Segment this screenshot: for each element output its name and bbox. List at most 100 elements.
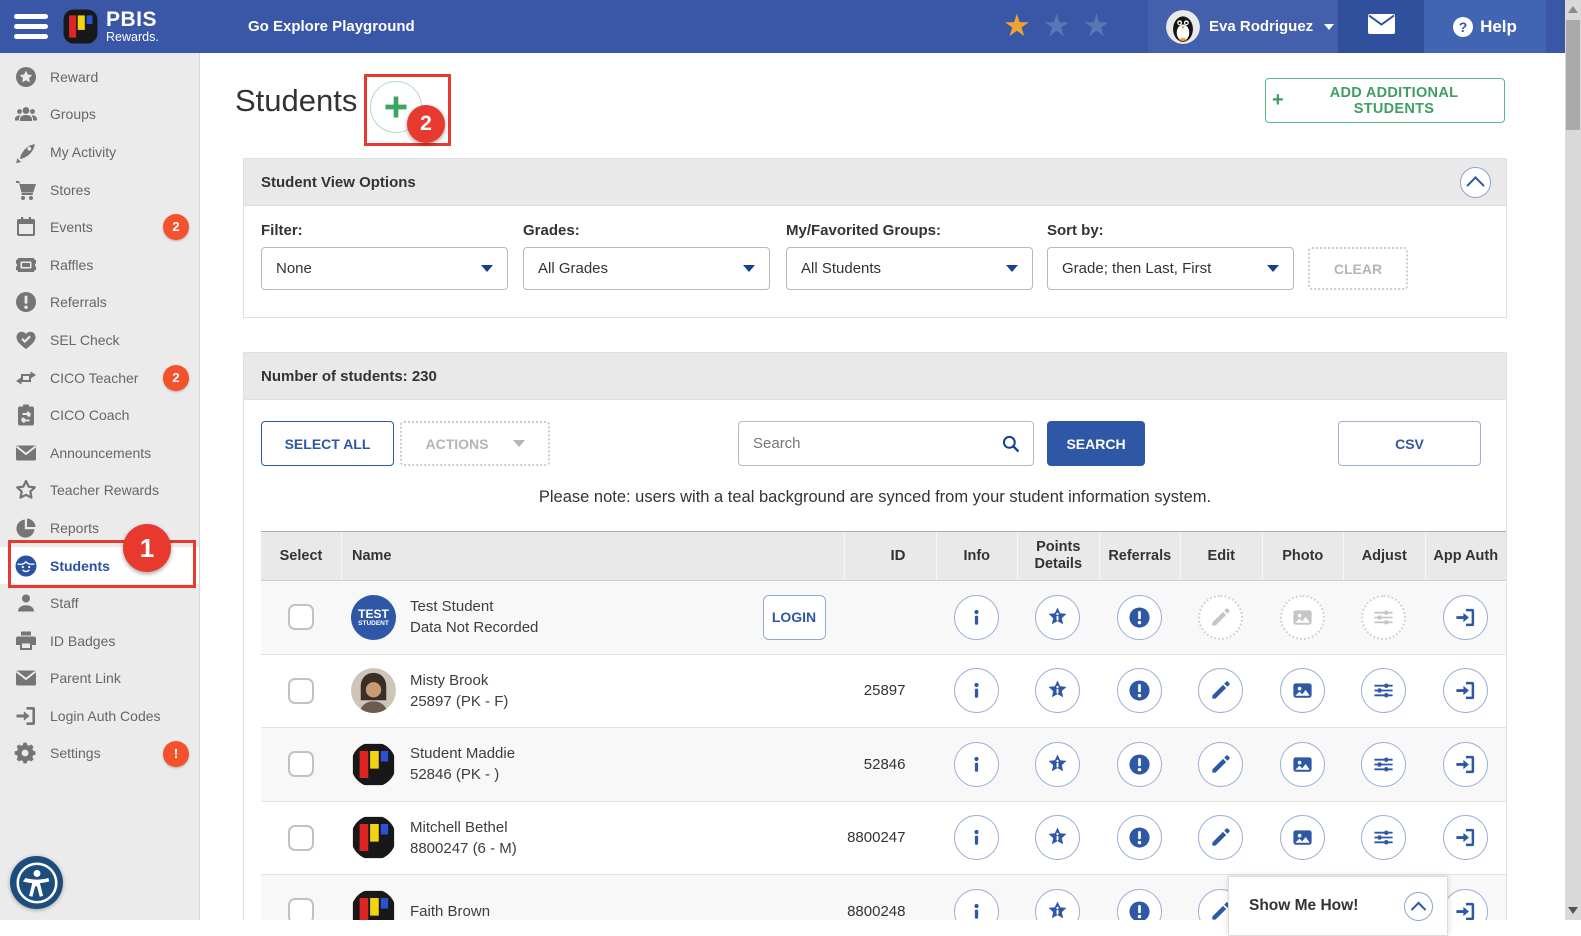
dropdown-sort-by-[interactable]: Grade; then Last, First	[1047, 247, 1294, 290]
sidebar-item-my-activity[interactable]: My Activity	[0, 133, 199, 171]
scroll-up-arrow[interactable]	[1568, 6, 1578, 13]
sidebar-item-login-auth-codes[interactable]: Login Auth Codes	[0, 697, 199, 735]
app-auth-button[interactable]	[1442, 594, 1488, 640]
student-row-mitchell-bethel: Mitchell Bethel 8800247 (6 - M) 8800247	[261, 801, 1506, 875]
app-auth-button[interactable]	[1442, 888, 1488, 920]
app-auth-button[interactable]	[1442, 668, 1488, 714]
dropdown-grades-[interactable]: All Grades	[523, 247, 770, 290]
main-content: Students + ADD ADDITIONAL STUDENTS Stude…	[200, 53, 1565, 920]
add-student-button[interactable]	[370, 81, 422, 133]
vertical-scrollbar[interactable]	[1565, 0, 1581, 920]
column-header-photo: Photo	[1261, 532, 1344, 580]
sidebar-item-announcements[interactable]: Announcements	[0, 434, 199, 472]
sidebar-item-sel-check[interactable]: SEL Check	[0, 321, 199, 359]
points-details-button[interactable]	[1035, 815, 1081, 861]
rating-stars: ★ ★ ★	[1003, 7, 1110, 45]
csv-export-button[interactable]: CSV	[1338, 421, 1481, 466]
sidebar-item-teacher-rewards[interactable]: Teacher Rewards	[0, 472, 199, 510]
points-details-button[interactable]	[1035, 594, 1081, 640]
referrals-button[interactable]	[1116, 668, 1162, 714]
info-button[interactable]	[953, 888, 999, 920]
student-name-block: Student Maddie 52846 (PK - )	[410, 743, 515, 785]
accessibility-button[interactable]	[10, 856, 63, 909]
info-button[interactable]	[953, 668, 999, 714]
sidebar-item-label: My Activity	[50, 143, 117, 160]
user-menu[interactable]: Eva Rodriguez	[1148, 0, 1338, 53]
search-input[interactable]	[739, 435, 1001, 452]
select-all-button[interactable]: SELECT ALL	[261, 421, 394, 466]
info-button[interactable]	[953, 815, 999, 861]
points-details-button[interactable]	[1035, 741, 1081, 787]
edit-button[interactable]	[1198, 815, 1244, 861]
show-me-how-widget[interactable]: Show Me How!	[1228, 876, 1448, 936]
adjust-button[interactable]	[1361, 815, 1407, 861]
photo-button[interactable]	[1279, 815, 1325, 861]
collapse-panel-button[interactable]	[1460, 167, 1491, 198]
add-additional-students-button[interactable]: + ADD ADDITIONAL STUDENTS	[1265, 78, 1505, 123]
student-id-grade: 52846 (PK - )	[410, 766, 500, 784]
app-auth-button[interactable]	[1442, 741, 1488, 787]
actions-dropdown[interactable]: ACTIONS	[400, 421, 550, 466]
info-cell	[936, 802, 1018, 875]
sidebar-item-id-badges[interactable]: ID Badges	[0, 622, 199, 660]
hamburger-menu-icon[interactable]	[14, 14, 48, 39]
info-button[interactable]	[953, 741, 999, 787]
sidebar-item-reports[interactable]: Reports	[0, 509, 199, 547]
edit-button[interactable]	[1198, 668, 1244, 714]
name-cell: Misty Brook 25897 (PK - F)	[341, 655, 844, 728]
referrals-button[interactable]	[1116, 741, 1162, 787]
help-button[interactable]: ? Help	[1424, 0, 1546, 53]
dropdown-my-favorited-groups-[interactable]: All Students	[786, 247, 1033, 290]
app-auth-button[interactable]	[1442, 815, 1488, 861]
sidebar-item-stores[interactable]: Stores	[0, 171, 199, 209]
search-button[interactable]: SEARCH	[1047, 421, 1145, 466]
photo-button[interactable]	[1279, 668, 1325, 714]
info-button[interactable]	[953, 594, 999, 640]
select-cell	[261, 655, 341, 728]
select-checkbox[interactable]	[288, 604, 314, 631]
sidebar-item-cico-teacher[interactable]: CICO Teacher 2	[0, 359, 199, 397]
sidebar-item-students[interactable]: Students	[0, 546, 199, 585]
sidebar-item-label: ID Badges	[50, 632, 116, 649]
pbis-rewards-logo[interactable]: PBIS Rewards.	[62, 8, 159, 45]
rating-star-icon[interactable]: ★	[1003, 7, 1031, 45]
scroll-down-arrow[interactable]	[1568, 907, 1578, 914]
select-checkbox[interactable]	[288, 751, 314, 778]
adjust-button[interactable]	[1361, 741, 1407, 787]
sidebar-item-parent-link[interactable]: Parent Link	[0, 660, 199, 698]
referrals-button[interactable]	[1116, 888, 1162, 920]
adjust-cell	[1343, 728, 1425, 801]
select-checkbox[interactable]	[288, 898, 314, 920]
sliders-icon	[1374, 610, 1393, 625]
referrals-button[interactable]	[1116, 815, 1162, 861]
points-details-cell	[1017, 802, 1099, 875]
sidebar-item-referrals[interactable]: Referrals	[0, 284, 199, 322]
name-cell: Faith Brown	[341, 875, 844, 920]
sidebar-item-raffles[interactable]: Raffles	[0, 246, 199, 284]
rating-star-icon[interactable]: ★	[1083, 7, 1111, 45]
edit-button[interactable]	[1198, 741, 1244, 787]
points-details-button[interactable]	[1035, 888, 1081, 920]
app-auth-cell	[1425, 655, 1507, 728]
adjust-button[interactable]	[1361, 668, 1407, 714]
dropdown-filter-[interactable]: None	[261, 247, 508, 290]
scrollbar-thumb[interactable]	[1566, 20, 1580, 130]
pencil-icon	[1212, 608, 1230, 626]
collapse-widget-button[interactable]	[1404, 891, 1433, 921]
sidebar-item-reward[interactable]: Reward	[0, 58, 199, 96]
rating-star-icon[interactable]: ★	[1043, 7, 1071, 45]
referrals-button[interactable]	[1116, 594, 1162, 640]
select-checkbox[interactable]	[288, 824, 314, 851]
login-button[interactable]: LOGIN	[762, 594, 826, 640]
points-details-button[interactable]	[1035, 668, 1081, 714]
sidebar-item-cico-coach[interactable]: CICO Coach	[0, 396, 199, 434]
messages-button[interactable]	[1338, 0, 1424, 53]
select-checkbox[interactable]	[288, 677, 314, 704]
search-icon[interactable]	[1001, 434, 1021, 454]
clear-filters-button[interactable]: CLEAR	[1308, 247, 1408, 290]
sidebar-item-staff[interactable]: Staff	[0, 584, 199, 622]
sidebar-item-settings[interactable]: Settings!	[0, 735, 199, 773]
photo-button[interactable]	[1279, 741, 1325, 787]
sidebar-item-events[interactable]: Events 2	[0, 208, 199, 246]
sidebar-item-groups[interactable]: Groups	[0, 96, 199, 134]
